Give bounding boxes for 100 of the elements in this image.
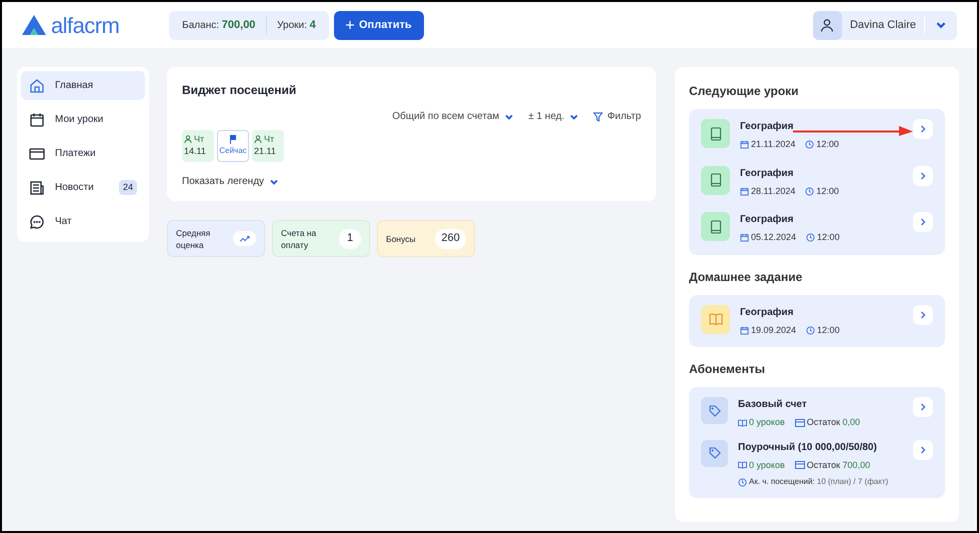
sidebar-item[interactable]: Мои уроки bbox=[21, 105, 145, 134]
now-label: Сейчас bbox=[219, 145, 247, 157]
subscription-name: Поурочный (10 000,00/50/80) bbox=[738, 440, 878, 454]
legend-toggle[interactable]: Показать легенду bbox=[182, 174, 280, 189]
attendance-day[interactable]: Чт 14.11 bbox=[182, 130, 214, 162]
dropdown-button[interactable]: Общий по всем счетам bbox=[392, 109, 514, 124]
stat-label: Средняя оценка bbox=[176, 226, 212, 250]
user-name: Davina Claire bbox=[848, 18, 917, 33]
date-label: 21.11 bbox=[254, 145, 277, 157]
chevron-right-icon bbox=[920, 125, 926, 133]
book-icon bbox=[738, 461, 747, 470]
tag-icon bbox=[708, 404, 720, 416]
book-icon bbox=[710, 220, 722, 234]
book-icon bbox=[738, 418, 747, 427]
sidebar-item[interactable]: Платежи bbox=[21, 139, 145, 168]
sidebar-label: Чат bbox=[55, 215, 73, 229]
stat-card[interactable]: Средняя оценка bbox=[167, 220, 265, 257]
plus-icon bbox=[346, 21, 354, 29]
chevron-right-icon bbox=[920, 310, 926, 318]
pay-button[interactable]: Оплатить bbox=[334, 10, 424, 40]
card-icon bbox=[29, 146, 45, 162]
filter-button[interactable]: Фильтр bbox=[593, 109, 641, 124]
stat-card[interactable]: Бонусы 260 bbox=[377, 220, 475, 257]
count-value: 1 bbox=[339, 228, 361, 248]
lesson-date: 28.11.2024 bbox=[751, 184, 796, 198]
lesson-subject: География bbox=[740, 306, 794, 320]
sidebar-item[interactable]: Чат bbox=[21, 207, 145, 236]
sidebar-item[interactable]: Главная bbox=[21, 71, 145, 100]
calendar-icon bbox=[740, 186, 749, 196]
sidebar-item[interactable]: Новости 24 bbox=[21, 173, 145, 202]
logo-text: alfacrm bbox=[51, 12, 120, 40]
section-title: Домашнее задание bbox=[689, 268, 804, 286]
chevron-right-icon bbox=[920, 403, 926, 411]
balance-text: Баланс: 700,00 bbox=[182, 18, 256, 33]
widget-title: Виджет посещений bbox=[182, 82, 298, 99]
balance-text: Остаток 0,00 bbox=[806, 416, 860, 429]
now-marker[interactable]: Сейчас bbox=[217, 130, 249, 162]
day-label: Чт bbox=[264, 133, 274, 145]
person-icon bbox=[254, 135, 262, 143]
lesson-subject: География bbox=[740, 166, 794, 180]
lesson-subject: География bbox=[740, 120, 794, 134]
chevron-right-icon bbox=[920, 172, 926, 180]
user-menu[interactable]: Davina Claire bbox=[812, 10, 957, 40]
clock-icon bbox=[805, 186, 814, 196]
stat-label: Счета на оплату bbox=[281, 226, 318, 250]
book-icon bbox=[710, 126, 722, 140]
lesson-subject: География bbox=[740, 213, 794, 227]
sidebar-label: Новости bbox=[55, 181, 95, 195]
open-button[interactable] bbox=[913, 119, 933, 139]
lesson-time: 12:00 bbox=[816, 184, 839, 198]
open-book-icon bbox=[708, 313, 722, 325]
lessons-text: Уроки: 4 bbox=[277, 18, 316, 33]
balance-text: Остаток 700,00 bbox=[806, 458, 870, 472]
filter-icon bbox=[593, 112, 604, 122]
section-title: Следующие уроки bbox=[689, 83, 800, 100]
open-button[interactable] bbox=[913, 212, 933, 232]
logo-icon bbox=[22, 15, 46, 35]
card-icon bbox=[794, 461, 805, 470]
count-badge: 24 bbox=[118, 180, 137, 196]
calendar-icon bbox=[29, 112, 45, 128]
count-value: 260 bbox=[435, 228, 466, 248]
open-button[interactable] bbox=[913, 397, 933, 417]
dropdown-button[interactable]: ± 1 нед. bbox=[528, 109, 580, 124]
chevron-right-icon bbox=[920, 446, 926, 454]
tag-icon bbox=[708, 447, 720, 459]
newspaper-icon bbox=[29, 180, 45, 196]
subscription-name: Базовый счет bbox=[738, 398, 808, 412]
sidebar-label: Мои уроки bbox=[55, 113, 104, 127]
visits-text: Ак. ч. посещений: 10 (план) / 7 (факт) bbox=[749, 476, 888, 488]
stat-card[interactable]: Счета на оплату 1 bbox=[272, 220, 370, 257]
lessons-count: 0 уроков bbox=[749, 458, 785, 472]
lesson-time: 12:00 bbox=[817, 231, 840, 244]
lessons-count: 0 уроков bbox=[749, 416, 785, 429]
clock-icon bbox=[806, 326, 816, 335]
book-icon bbox=[710, 173, 722, 187]
chat-icon bbox=[29, 214, 45, 230]
attendance-day[interactable]: Чт 21.11 bbox=[252, 130, 284, 162]
lesson-date: 19.09.2024 bbox=[751, 324, 796, 336]
calendar-icon bbox=[740, 326, 749, 335]
clock-icon bbox=[806, 233, 816, 242]
card-icon bbox=[794, 418, 805, 427]
avatar-icon bbox=[812, 10, 842, 40]
person-icon bbox=[184, 135, 192, 143]
clock-icon bbox=[805, 140, 814, 150]
clock-icon bbox=[738, 478, 747, 486]
date-label: 14.11 bbox=[184, 145, 207, 157]
home-icon bbox=[29, 78, 45, 94]
sidebar-label: Главная bbox=[55, 79, 94, 93]
trend-icon bbox=[233, 231, 256, 246]
section-title: Абонементы bbox=[689, 361, 766, 378]
flag-icon bbox=[229, 135, 237, 144]
open-button[interactable] bbox=[913, 304, 933, 324]
lesson-date: 21.11.2024 bbox=[751, 138, 796, 151]
stat-label: Бонусы bbox=[386, 232, 417, 244]
calendar-icon bbox=[740, 233, 749, 242]
open-button[interactable] bbox=[913, 440, 933, 460]
lesson-time: 12:00 bbox=[817, 324, 840, 336]
open-button[interactable] bbox=[913, 166, 933, 186]
calendar-icon bbox=[740, 140, 749, 150]
lesson-time: 12:00 bbox=[816, 138, 839, 151]
